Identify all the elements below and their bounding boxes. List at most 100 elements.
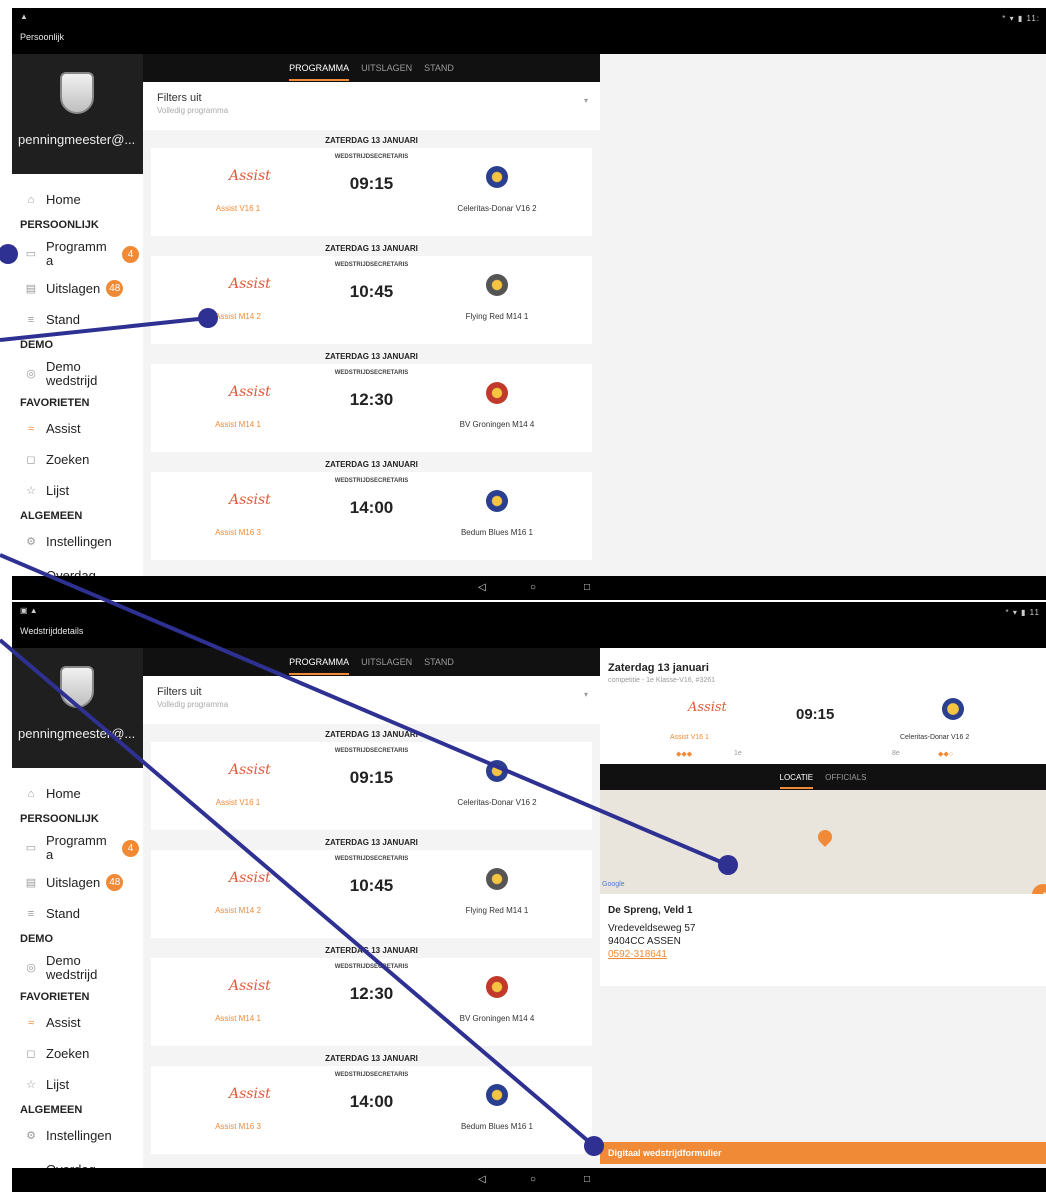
star-icon: ☆ [26, 485, 36, 497]
sidebar-item-programm-a[interactable]: ▭ Programm a 4 [12, 235, 143, 273]
sidebar-item-label: Uitslagen [46, 281, 101, 296]
home-team-logo: Assist [229, 276, 271, 292]
program-panel: PROGRAMMA UITSLAGEN STAND Filters uit Vo… [143, 648, 600, 1168]
match-role: WEDSTRIJDSECRETARIS [334, 964, 409, 970]
match-row[interactable]: ZATERDAG 13 JANUARI WEDSTRIJDSECRETARIS 12… [143, 346, 600, 454]
away-team-name: Bedum Blues M16 1 [460, 528, 534, 537]
sidebar-item-label: Instellingen [46, 534, 112, 549]
tab-locatie[interactable]: LOCATIE [779, 773, 814, 789]
filter-dropdown[interactable]: Filters uit Volledig programma ▾ [143, 676, 600, 724]
account-email[interactable]: penningmeester@... [18, 726, 135, 741]
home-team-logo: Assist [229, 384, 271, 400]
tab-officials[interactable]: OFFICIALS [825, 773, 866, 782]
home-team-name: Assist M14 1 [215, 420, 261, 429]
match-role: WEDSTRIJDSECRETARIS [334, 370, 409, 376]
sidebar-item-lijst[interactable]: ☆ Lijst [12, 1069, 143, 1100]
sidebar-item-uitslagen[interactable]: ▤ Uitslagen 48 [12, 273, 143, 304]
match-date: ZATERDAG 13 JANUARI [325, 136, 418, 145]
detail-away-team[interactable]: Celeritas-Donar V16 2 [900, 734, 969, 741]
location-map[interactable]: Google ➜ [600, 790, 1046, 906]
sidebar-item-overdag[interactable]: Overdag... [12, 557, 143, 577]
app-title: Persoonlijk [20, 32, 65, 42]
sidebar-item-assist[interactable]: ≈ Assist [12, 1007, 143, 1038]
match-time: 10:45 [349, 282, 394, 301]
match-row[interactable]: ZATERDAG 13 JANUARI WEDSTRIJDSECRETARIS 14… [143, 1048, 600, 1156]
recent-apps-icon[interactable]: □ [584, 582, 590, 593]
sidebar-item-label: Instellingen [46, 1128, 112, 1143]
count-badge: 4 [122, 245, 139, 263]
away-team-name: BV Groningen M14 4 [459, 420, 535, 429]
recent-apps-icon[interactable]: □ [584, 1174, 590, 1185]
tab-uitslagen[interactable]: UITSLAGEN [361, 657, 412, 667]
match-row[interactable]: ZATERDAG 13 JANUARI WEDSTRIJDSECRETARIS 09… [143, 130, 600, 238]
demo-icon: ◎ [26, 368, 36, 380]
nav-section-persoonlijk: PERSOONLIJK [20, 219, 99, 231]
match-time: 14:00 [349, 498, 394, 517]
sidebar-item-home[interactable]: ⌂ Home [12, 778, 143, 809]
map-attribution: Google [602, 881, 625, 888]
navigation-drawer: penningmeester@... ⌂ Home PERSOONLIJK ▭ Prog… [12, 54, 143, 576]
account-email[interactable]: penningmeester@... [18, 132, 135, 147]
tab-programma[interactable]: PROGRAMMA [289, 657, 350, 675]
standings-icon: ≡ [27, 907, 35, 920]
tab-programma[interactable]: PROGRAMMA [289, 63, 350, 81]
sidebar-item-label: Home [46, 192, 81, 207]
detail-date: Zaterdag 13 januari [608, 662, 709, 674]
tab-stand[interactable]: STAND [424, 63, 454, 73]
sidebar-item-stand[interactable]: ≡ Stand [12, 304, 143, 335]
sidebar-item-label: Demo wedstrijd [46, 359, 98, 388]
filter-title: Filters uit [157, 92, 202, 104]
sidebar-item-overdag[interactable]: Overdag... [12, 1151, 143, 1169]
filter-dropdown[interactable]: Filters uit Volledig programma ▾ [143, 82, 600, 130]
sidebar-item-label: Lijst [46, 1077, 70, 1092]
back-icon[interactable]: ◁ [478, 582, 486, 593]
home-team-name: Assist M14 2 [215, 906, 261, 915]
sidebar-item-instellingen[interactable]: ⚙ Instellingen [12, 1120, 143, 1151]
callout-dot-form [584, 1136, 604, 1156]
match-role: WEDSTRIJDSECRETARIS [334, 262, 409, 268]
away-team-logo-icon [486, 976, 508, 998]
nav-section-algemeen: ALGEMEEN [20, 1104, 83, 1116]
match-row[interactable]: ZATERDAG 13 JANUARI WEDSTRIJDSECRETARIS 12… [143, 940, 600, 1048]
sidebar-item-stand[interactable]: ≡ Stand [12, 898, 143, 929]
back-icon[interactable]: ◁ [478, 1174, 486, 1185]
sidebar-item-demo-wedstrijd[interactable]: ◎ Demo wedstrijd [12, 949, 143, 987]
match-row[interactable]: ZATERDAG 13 JANUARI WEDSTRIJDSECRETARIS 10… [143, 238, 600, 346]
sidebar-item-lijst[interactable]: ☆ Lijst [12, 475, 143, 506]
sidebar-item-uitslagen[interactable]: ▤ Uitslagen 48 [12, 867, 143, 898]
list-icon: ▤ [25, 877, 37, 889]
match-date: ZATERDAG 13 JANUARI [325, 460, 418, 469]
list-icon: ▤ [25, 283, 37, 295]
sidebar-item-label: Stand [46, 906, 80, 921]
match-time: 09:15 [349, 768, 394, 787]
sidebar-item-instellingen[interactable]: ⚙ Instellingen [12, 526, 143, 557]
digital-form-button[interactable]: Digitaal wedstrijdformulier [600, 1142, 1046, 1164]
shield-icon [60, 666, 94, 708]
sidebar-item-label: Assist [46, 421, 81, 436]
home-circle-icon[interactable]: ○ [530, 582, 536, 593]
match-row[interactable]: ZATERDAG 13 JANUARI WEDSTRIJDSECRETARIS 09… [143, 724, 600, 832]
map-pin-icon [815, 827, 835, 847]
detail-home-team[interactable]: Assist V16 1 [670, 734, 709, 741]
tab-stand[interactable]: STAND [424, 657, 454, 667]
match-row[interactable]: ZATERDAG 13 JANUARI WEDSTRIJDSECRETARIS 10… [143, 832, 600, 940]
chevron-down-icon: ▾ [583, 690, 588, 699]
venue-street: Vredeveldseweg 57 [608, 923, 696, 934]
status-corner-icon: ▣ ▲ [20, 606, 38, 615]
sidebar-item-assist[interactable]: ≈ Assist [12, 413, 143, 444]
sidebar-item-programm-a[interactable]: ▭ Programm a 4 [12, 829, 143, 867]
sidebar-item-demo-wedstrijd[interactable]: ◎ Demo wedstrijd [12, 355, 143, 393]
home-circle-icon[interactable]: ○ [530, 1174, 536, 1185]
tab-uitslagen[interactable]: UITSLAGEN [361, 63, 412, 73]
stage: ▲ Persoonlijk * ▾ ▮ 11: penningmeester@.… [0, 0, 1046, 1192]
match-list: ZATERDAG 13 JANUARI WEDSTRIJDSECRETARIS 09… [143, 130, 600, 562]
club-logo-icon: ≈ [27, 422, 35, 435]
sidebar-item-home[interactable]: ⌂ Home [12, 184, 143, 215]
home-team-name: Assist M16 3 [215, 1122, 261, 1131]
venue-phone-link[interactable]: 0592-318641 [608, 948, 1046, 961]
sidebar-item-zoeken[interactable]: ◻ Zoeken [12, 444, 143, 475]
match-detail-panel: Zaterdag 13 januari competitie - 1e Klas… [600, 648, 1046, 1168]
match-date: ZATERDAG 13 JANUARI [325, 352, 418, 361]
match-row[interactable]: ZATERDAG 13 JANUARI WEDSTRIJDSECRETARIS 14… [143, 454, 600, 562]
sidebar-item-zoeken[interactable]: ◻ Zoeken [12, 1038, 143, 1069]
